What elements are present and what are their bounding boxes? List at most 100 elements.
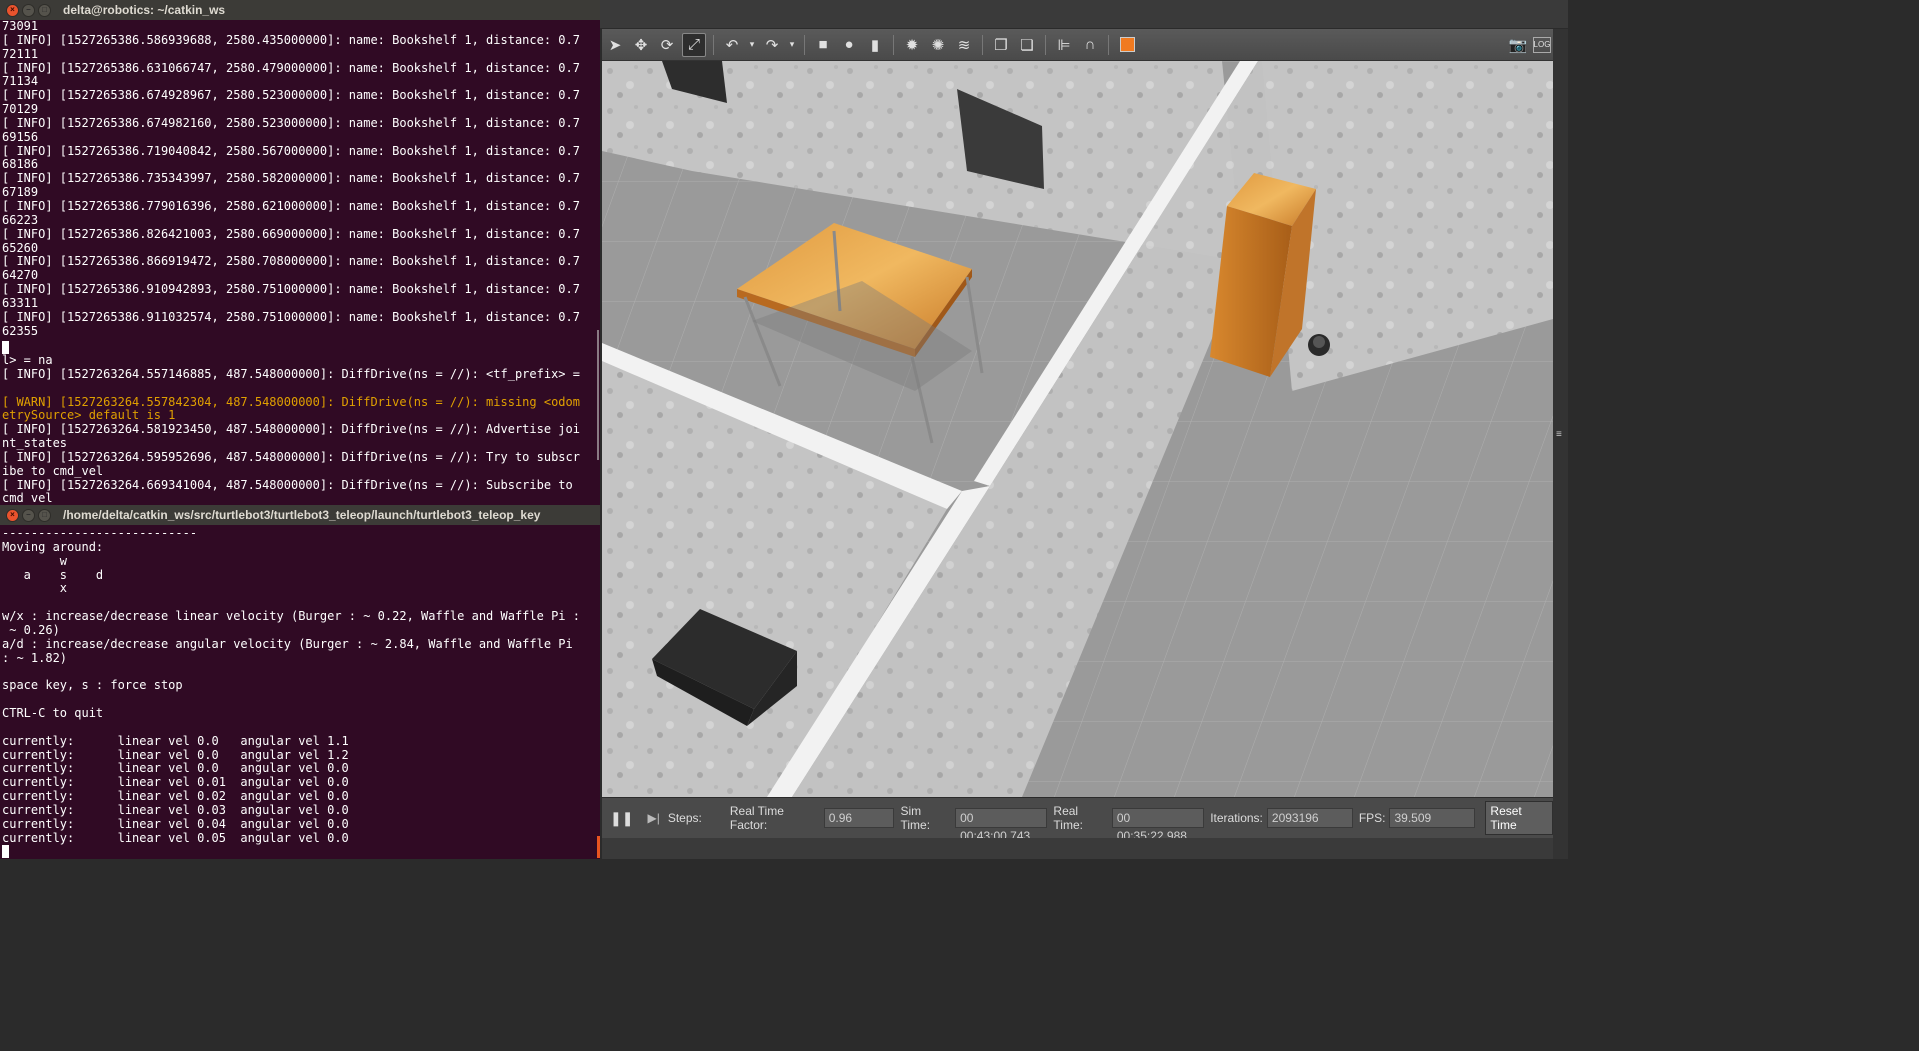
window-topbar [600, 0, 1568, 28]
side-panel-handle[interactable]: ≡ [1553, 29, 1568, 859]
step-icon[interactable]: ▶| [647, 811, 659, 825]
terminal-cursor [2, 845, 9, 858]
terminal-line: 72111 [2, 46, 39, 61]
3d-viewport[interactable] [602, 61, 1553, 797]
iterations-label: Iterations: [1210, 811, 1263, 825]
terminal-line: a/d : increase/decrease angular velocity… [2, 636, 573, 651]
sim-time-label: Sim Time: [900, 804, 931, 832]
terminal-line: [ INFO] [1527265386.586939688, 2580.4350… [2, 32, 580, 47]
sphere-shape-icon[interactable]: ● [838, 34, 860, 56]
toolbar-divider [1108, 34, 1109, 55]
reset-time-button[interactable]: Reset Time [1485, 801, 1553, 835]
terminal-line: etrySource> default is 1 [2, 408, 176, 423]
rtf-field: 0.96 [823, 808, 895, 828]
toolbar-divider [1045, 34, 1046, 55]
terminal-line: [ INFO] [1527263264.557146885, 487.54800… [2, 366, 580, 381]
paste-icon[interactable]: ❏ [1016, 34, 1038, 56]
view-angle-icon[interactable] [1116, 34, 1138, 56]
translate-icon[interactable]: ✥ [630, 34, 652, 56]
terminal-line: 64270 [2, 268, 39, 283]
gazebo-toolbar: ➤ ✥ ⟳ ⤢ ↶ ▾ ↷ ▾ ■ ● ▮ ✹ ✺ ≋ ❐ ❏ ⊫ ∩ 📷 LO… [602, 29, 1553, 61]
terminal-output-top[interactable]: 73091[ INFO] [1527265386.586939688, 2580… [0, 20, 600, 357]
panel-expand-icon[interactable]: ≡ [1556, 429, 1562, 440]
copy-icon[interactable]: ❐ [990, 34, 1012, 56]
minimize-icon[interactable]: – [22, 3, 35, 17]
log-icon[interactable]: LOG [1533, 36, 1551, 53]
terminal-line: [ WARN] [1527263264.557842304, 487.54800… [2, 394, 580, 409]
maximize-icon[interactable]: □ [38, 508, 51, 522]
toolbar-divider [804, 34, 805, 55]
snap-magnet-icon[interactable]: ∩ [1079, 34, 1101, 56]
terminal-line: space key, s : force stop [2, 678, 183, 693]
rotate-icon[interactable]: ⟳ [656, 34, 678, 56]
minimize-icon[interactable]: – [22, 508, 35, 522]
terminal-line: 66223 [2, 212, 39, 227]
directional-light-icon[interactable]: ≋ [953, 34, 975, 56]
terminal-line: w/x : increase/decrease linear velocity … [2, 609, 580, 624]
terminal-line: 70129 [2, 102, 39, 117]
terminal-line: currently: linear vel 0.0 angular vel 0.… [2, 761, 349, 776]
terminal-line: [ INFO] [1527265386.674928967, 2580.5230… [2, 88, 580, 103]
terminal-line: [ INFO] [1527263264.669341004, 487.54800… [2, 477, 573, 492]
terminal-line: 69156 [2, 129, 39, 144]
camera-icon[interactable]: 📷 [1507, 34, 1529, 56]
toolbar-divider [893, 34, 894, 55]
terminal-line: currently: linear vel 0.02 angular vel 0… [2, 789, 349, 804]
terminal-line: w [2, 553, 68, 568]
terminal-line: --------------------------- [2, 527, 198, 540]
close-icon[interactable]: × [6, 3, 19, 17]
terminal-line: [ INFO] [1527265386.779016396, 2580.6210… [2, 198, 580, 213]
terminal-line: currently: linear vel 0.03 angular vel 0… [2, 802, 349, 817]
terminal-line: [ INFO] [1527265386.719040842, 2580.5670… [2, 143, 580, 158]
gazebo-statusbar: ❚❚ ▶| Steps: Real Time Factor: 0.96 Sim … [602, 798, 1553, 843]
toolbar-divider [982, 34, 983, 55]
scene-render[interactable] [602, 61, 1553, 797]
terminal-line: 63311 [2, 295, 39, 310]
terminal-titlebar[interactable]: × – □ delta@robotics: ~/catkin_ws [0, 0, 600, 20]
chevron-down-icon[interactable]: ▾ [787, 34, 797, 56]
terminal-line: a s d [2, 567, 104, 582]
select-arrow-icon[interactable]: ➤ [604, 34, 626, 56]
terminal-line: l> = na [2, 354, 53, 367]
terminal-line: [ INFO] [1527265386.911032574, 2580.7510… [2, 309, 580, 324]
terminal-output-bottom[interactable]: l> = na[ INFO] [1527263264.557146885, 48… [0, 354, 600, 504]
spot-light-icon[interactable]: ✺ [927, 34, 949, 56]
terminal-line: [ INFO] [1527265386.631066747, 2580.4790… [2, 60, 580, 75]
terminal-line: x [2, 581, 68, 596]
gazebo-window[interactable]: ➤ ✥ ⟳ ⤢ ↶ ▾ ↷ ▾ ■ ● ▮ ✹ ✺ ≋ ❐ ❏ ⊫ ∩ 📷 LO… [600, 0, 1568, 859]
redo-icon[interactable]: ↷ [761, 34, 783, 56]
terminal-window-teleop[interactable]: × – □ /home/delta/catkin_ws/src/turtlebo… [0, 505, 600, 859]
scrollbar[interactable] [597, 330, 599, 460]
terminal-line: cmd_vel [2, 491, 53, 504]
window-bottom-edge [602, 838, 1553, 859]
sim-time-field: 00 00:43:00.743 [955, 808, 1048, 843]
terminal-line: 62355 [2, 323, 39, 338]
terminal-cursor [2, 341, 9, 354]
terminal-titlebar[interactable]: × – □ /home/delta/catkin_ws/src/turtlebo… [0, 505, 600, 525]
terminal-line: 73091 [2, 20, 39, 33]
maximize-icon[interactable]: □ [38, 3, 51, 17]
terminal-title: delta@robotics: ~/catkin_ws [63, 3, 226, 17]
terminal-line: [ INFO] [1527265386.866919472, 2580.7080… [2, 254, 580, 269]
pause-icon[interactable]: ❚❚ [610, 810, 633, 827]
terminal-line: currently: linear vel 0.05 angular vel 0… [2, 830, 349, 845]
box-shape-icon[interactable]: ■ [812, 34, 834, 56]
cylinder-shape-icon[interactable]: ▮ [864, 34, 886, 56]
chevron-down-icon[interactable]: ▾ [747, 34, 757, 56]
scale-icon[interactable]: ⤢ [682, 32, 706, 57]
align-icon[interactable]: ⊫ [1053, 34, 1075, 56]
terminal-line: ibe to cmd_vel [2, 463, 104, 478]
real-time-field: 00 00:35:22.988 [1111, 808, 1205, 843]
terminal-window-main[interactable]: × – □ delta@robotics: ~/catkin_ws 73091[… [0, 0, 600, 505]
point-light-icon[interactable]: ✹ [901, 34, 923, 56]
undo-icon[interactable]: ↶ [721, 34, 743, 56]
toolbar-divider [713, 34, 714, 55]
close-icon[interactable]: × [6, 508, 19, 522]
terminal-output[interactable]: --------------------------- Moving around… [0, 527, 600, 845]
terminal-line: [ INFO] [1527265386.910942893, 2580.7510… [2, 282, 580, 297]
terminal-line: 71134 [2, 74, 39, 89]
fps-label: FPS: [1358, 811, 1386, 825]
